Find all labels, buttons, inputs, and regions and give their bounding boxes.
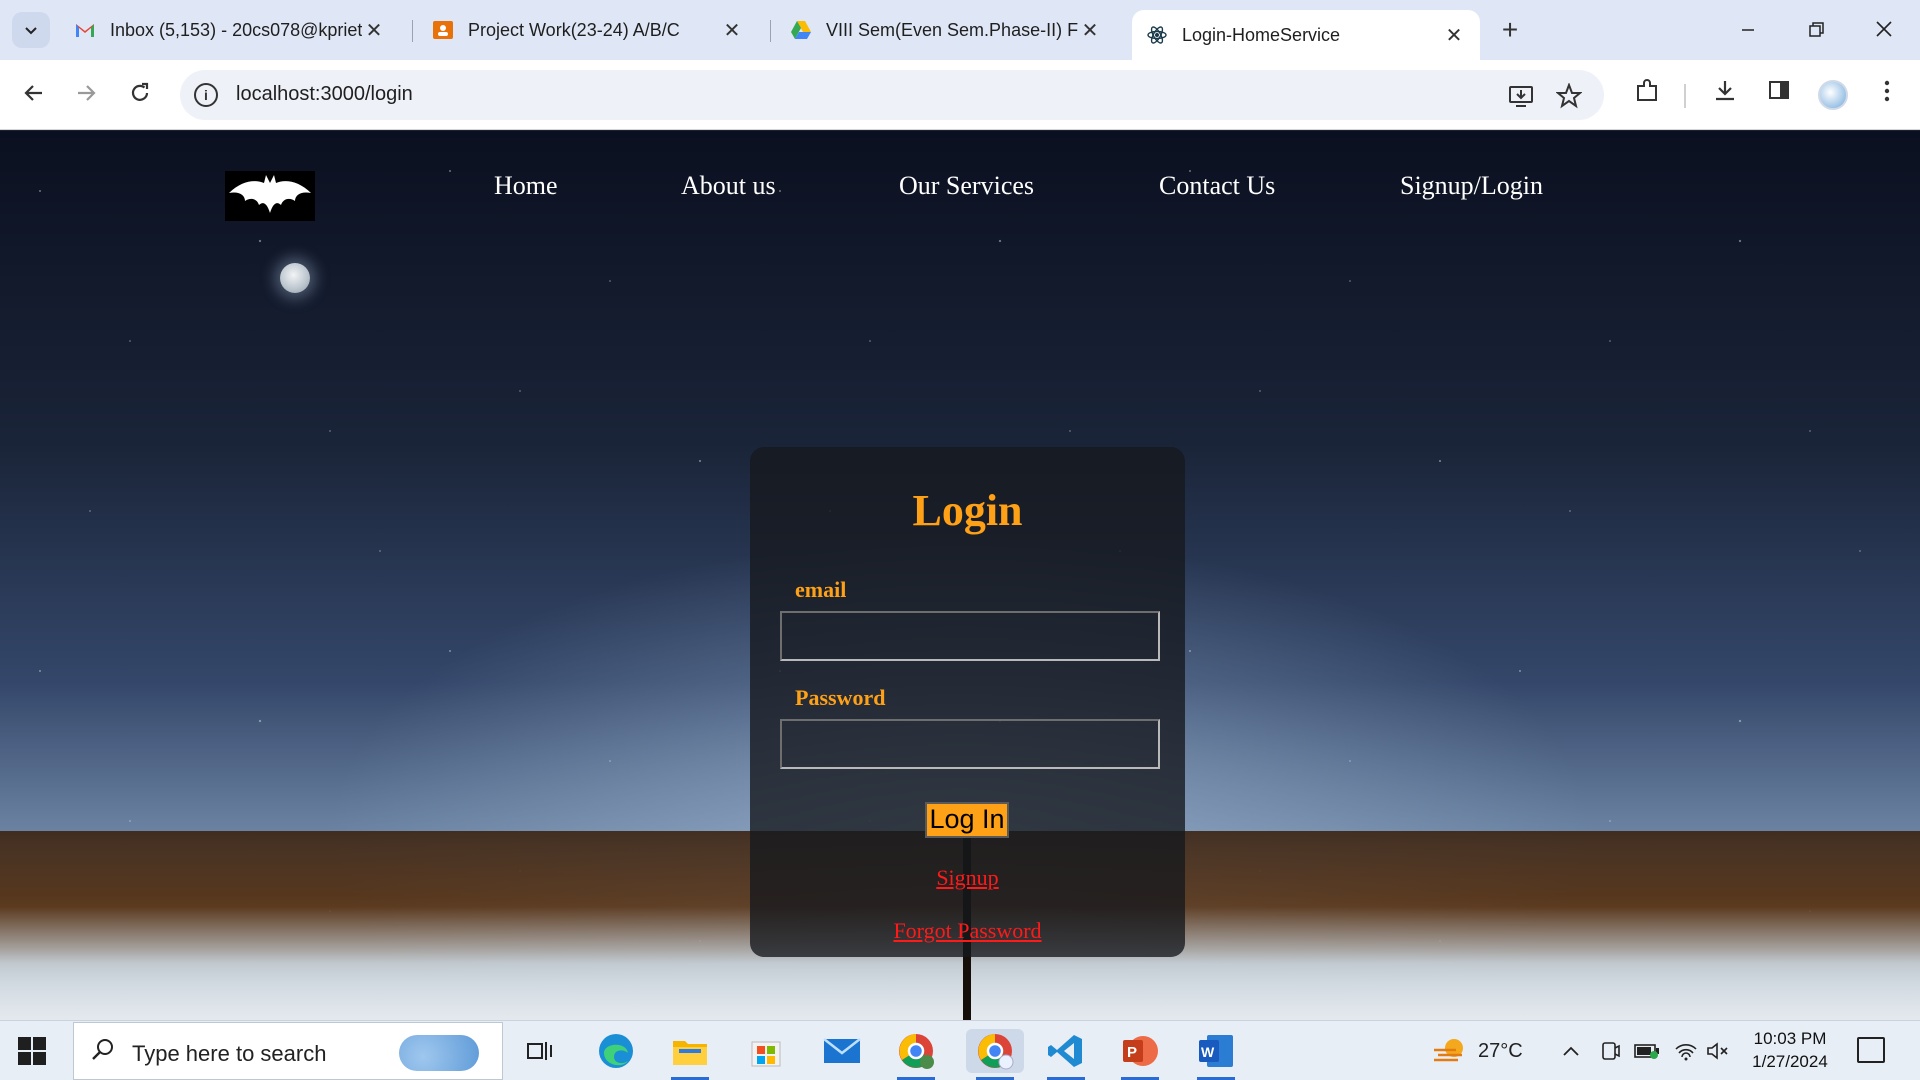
- svg-text:W: W: [1201, 1044, 1215, 1060]
- wifi-icon[interactable]: [1674, 1021, 1698, 1080]
- weather-cloud-icon: [399, 1035, 479, 1071]
- search-placeholder: Type here to search: [132, 1041, 327, 1066]
- side-panel-button[interactable]: [1762, 78, 1796, 112]
- powerpoint-icon[interactable]: P: [1118, 1029, 1162, 1073]
- taskbar-clock[interactable]: 10:03 PM 1/27/2024: [1740, 1027, 1840, 1073]
- tab-title: Inbox (5,153) - 20cs078@kpriet: [110, 19, 362, 40]
- password-field[interactable]: [780, 719, 1160, 769]
- login-card: Login email Password Log In Signup Forgo…: [750, 447, 1185, 957]
- nav-contact-link[interactable]: Contact Us: [1159, 171, 1275, 201]
- tab-title: Project Work(23-24) A/B/C: [468, 19, 680, 40]
- nav-home-link[interactable]: Home: [494, 171, 558, 201]
- bat-logo[interactable]: [225, 171, 315, 221]
- browser-toolbar: i localhost:3000/login: [0, 60, 1920, 130]
- close-tab-icon[interactable]: ✕: [720, 18, 744, 43]
- battery-icon[interactable]: [1634, 1021, 1660, 1080]
- tab-gmail[interactable]: Inbox (5,153) - 20cs078@kpriet ✕: [60, 10, 400, 50]
- browser-menu-button[interactable]: [1870, 78, 1904, 112]
- search-icon: [92, 1039, 113, 1060]
- windows-taskbar: Type here to search P W 27°C 10:03 PM 1/…: [0, 1020, 1920, 1080]
- windows-start-button[interactable]: [18, 1037, 46, 1065]
- show-hidden-icons-button[interactable]: [1562, 1021, 1580, 1080]
- install-app-icon[interactable]: [1508, 83, 1534, 109]
- notification-center-icon[interactable]: [1857, 1037, 1885, 1063]
- chrome-profile-icon[interactable]: [894, 1029, 938, 1073]
- close-tab-icon[interactable]: ✕: [1442, 23, 1466, 48]
- forward-button[interactable]: [68, 78, 104, 114]
- mail-icon[interactable]: [820, 1029, 864, 1073]
- clock-date: 1/27/2024: [1752, 1052, 1828, 1071]
- drive-icon: [791, 21, 811, 39]
- minimize-window-button[interactable]: [1728, 14, 1768, 46]
- tab-project-work[interactable]: Project Work(23-24) A/B/C ✕: [418, 10, 758, 50]
- puzzle-icon: [1637, 79, 1657, 101]
- react-icon: [1147, 26, 1167, 44]
- tab-title: VIII Sem(Even Sem.Phase-II) Firs: [826, 19, 1078, 40]
- forgot-password-link[interactable]: Forgot Password: [750, 918, 1185, 944]
- bookmark-star-icon[interactable]: [1555, 82, 1583, 109]
- kebab-menu-icon: [1884, 80, 1890, 102]
- microsoft-store-icon[interactable]: [744, 1029, 788, 1073]
- extensions-button[interactable]: [1630, 78, 1664, 112]
- address-bar[interactable]: i localhost:3000/login: [180, 70, 1604, 120]
- arrow-right-icon: [78, 85, 96, 101]
- close-tab-icon[interactable]: ✕: [362, 18, 386, 43]
- close-tab-icon[interactable]: ✕: [1078, 18, 1102, 43]
- weather-widget[interactable]: 27°C: [1432, 1021, 1523, 1080]
- tab-search-button[interactable]: [12, 12, 50, 48]
- chrome-active-icon[interactable]: [966, 1029, 1024, 1073]
- tab-divider: [412, 20, 413, 42]
- restore-window-button[interactable]: [1796, 14, 1836, 46]
- nav-about-link[interactable]: About us: [681, 171, 776, 201]
- task-view-icon[interactable]: [518, 1029, 562, 1073]
- email-label: email: [795, 577, 847, 602]
- toolbar-divider: [1684, 84, 1686, 108]
- classroom-icon: [433, 21, 453, 39]
- weather-temperature: 27°C: [1478, 1039, 1523, 1062]
- reload-icon: [131, 82, 149, 101]
- side-panel-icon: [1769, 81, 1789, 99]
- nav-signup-login-link[interactable]: Signup/Login: [1400, 171, 1543, 201]
- back-button[interactable]: [16, 78, 52, 114]
- arrow-left-icon: [24, 85, 42, 101]
- login-title: Login: [912, 486, 1023, 535]
- browser-tab-strip: Inbox (5,153) - 20cs078@kpriet ✕ Project…: [0, 0, 1920, 60]
- volume-muted-icon[interactable]: [1706, 1021, 1730, 1080]
- signup-link[interactable]: Signup: [750, 865, 1185, 891]
- vscode-icon[interactable]: [1044, 1029, 1088, 1073]
- new-tab-button[interactable]: +: [1494, 14, 1526, 46]
- tab-divider: [770, 20, 771, 42]
- downloads-button[interactable]: [1708, 78, 1742, 112]
- url-text[interactable]: localhost:3000/login: [236, 83, 413, 106]
- chevron-down-icon: [25, 27, 37, 35]
- site-info-icon[interactable]: i: [194, 83, 218, 107]
- download-icon: [1716, 81, 1734, 101]
- gmail-icon: [76, 24, 94, 37]
- windows-logo-icon: [18, 1037, 31, 1050]
- tab-login-homeservice[interactable]: Login-HomeService ✕: [1132, 10, 1480, 60]
- email-field[interactable]: [780, 611, 1160, 661]
- tab-drive[interactable]: VIII Sem(Even Sem.Phase-II) Firs ✕: [776, 10, 1116, 50]
- nav-services-link[interactable]: Our Services: [899, 171, 1034, 201]
- word-icon[interactable]: W: [1194, 1029, 1238, 1073]
- password-label: Password: [795, 685, 886, 710]
- page-viewport: Home About us Our Services Contact Us Si…: [0, 131, 1920, 1020]
- svg-text:P: P: [1127, 1044, 1137, 1061]
- clock-time: 10:03 PM: [1753, 1029, 1827, 1048]
- profile-avatar[interactable]: [1818, 80, 1848, 110]
- restore-icon: [1809, 22, 1824, 37]
- edge-browser-icon[interactable]: [594, 1029, 638, 1073]
- login-button[interactable]: Log In: [925, 802, 1009, 838]
- reload-button[interactable]: [122, 78, 158, 114]
- tab-title: Login-HomeService: [1182, 24, 1341, 45]
- close-window-button[interactable]: [1864, 14, 1904, 46]
- moon-image: [280, 263, 310, 293]
- close-icon: [1876, 21, 1892, 37]
- weather-haze-icon: [1434, 1039, 1463, 1062]
- file-explorer-icon[interactable]: [668, 1029, 712, 1073]
- minimize-icon: [1742, 29, 1754, 31]
- taskbar-search-box[interactable]: Type here to search: [73, 1022, 503, 1080]
- chevron-up-icon: [1563, 1046, 1579, 1056]
- meet-now-icon[interactable]: [1600, 1021, 1620, 1080]
